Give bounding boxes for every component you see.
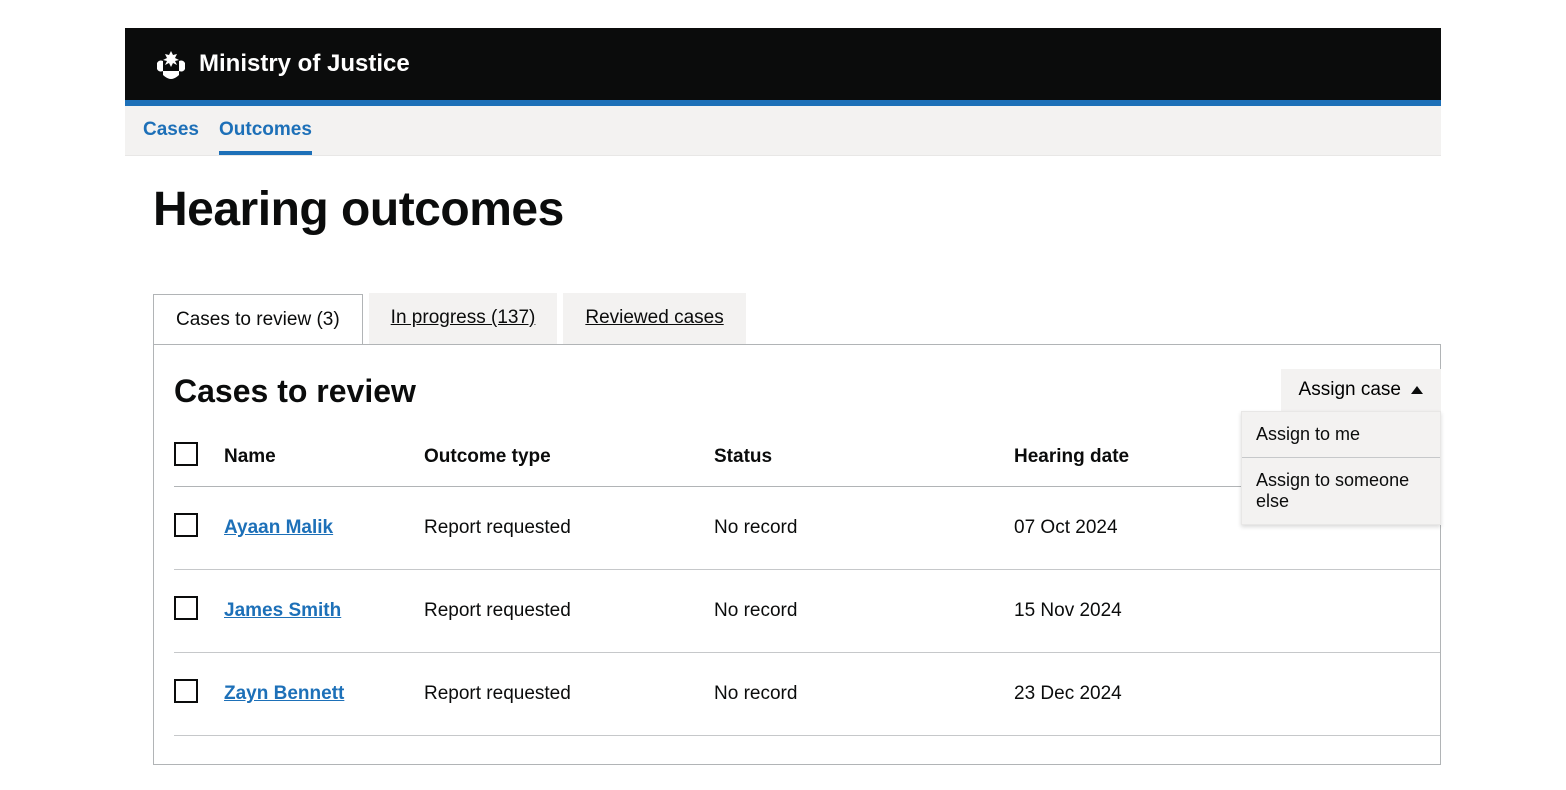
- col-header-status: Status: [714, 442, 1014, 487]
- cell-outcome-type: Report requested: [424, 653, 714, 736]
- row-checkbox[interactable]: [174, 679, 198, 703]
- row-checkbox[interactable]: [174, 596, 198, 620]
- nav-item-outcomes[interactable]: Outcomes: [219, 107, 312, 155]
- select-all-header: [174, 442, 224, 487]
- caret-up-icon: [1411, 386, 1423, 394]
- select-all-checkbox[interactable]: [174, 442, 198, 466]
- table-row: Zayn Bennett Report requested No record …: [174, 653, 1440, 736]
- cell-hearing-date: 23 Dec 2024: [1014, 653, 1440, 736]
- case-name-link[interactable]: Ayaan Malik: [224, 517, 333, 538]
- col-header-name: Name: [224, 442, 424, 487]
- assign-case-dropdown: Assign case Assign to me Assign to someo…: [1281, 369, 1441, 413]
- cell-outcome-type: Report requested: [424, 570, 714, 653]
- tab-cases-to-review[interactable]: Cases to review (3): [153, 294, 363, 345]
- org-name: Ministry of Justice: [199, 50, 410, 78]
- table-row: James Smith Report requested No record 1…: [174, 570, 1440, 653]
- cell-hearing-date: 15 Nov 2024: [1014, 570, 1440, 653]
- panel-title: Cases to review: [174, 373, 1440, 410]
- cell-status: No record: [714, 653, 1014, 736]
- assign-to-someone-else[interactable]: Assign to someone else: [1242, 458, 1440, 524]
- col-header-outcome-type: Outcome type: [424, 442, 714, 487]
- assign-case-label: Assign case: [1299, 379, 1401, 401]
- assign-case-button[interactable]: Assign case: [1281, 369, 1441, 413]
- tab-panel: Cases to review Assign case Assign to me…: [153, 344, 1441, 765]
- nav-item-cases[interactable]: Cases: [143, 107, 199, 155]
- royal-crest-icon: [153, 49, 189, 79]
- tabs: Cases to review (3) In progress (137) Re…: [153, 293, 1441, 344]
- tab-in-progress[interactable]: In progress (137): [369, 293, 558, 344]
- primary-nav: Cases Outcomes: [125, 106, 1441, 156]
- app-header: Ministry of Justice: [125, 28, 1441, 100]
- cell-outcome-type: Report requested: [424, 487, 714, 570]
- tab-reviewed-cases[interactable]: Reviewed cases: [563, 293, 745, 344]
- assign-to-me[interactable]: Assign to me: [1242, 412, 1440, 457]
- assign-case-menu: Assign to me Assign to someone else: [1241, 411, 1441, 525]
- page-title: Hearing outcomes: [153, 182, 1441, 237]
- case-name-link[interactable]: James Smith: [224, 600, 341, 621]
- cell-status: No record: [714, 570, 1014, 653]
- case-name-link[interactable]: Zayn Bennett: [224, 683, 344, 704]
- row-checkbox[interactable]: [174, 513, 198, 537]
- cell-status: No record: [714, 487, 1014, 570]
